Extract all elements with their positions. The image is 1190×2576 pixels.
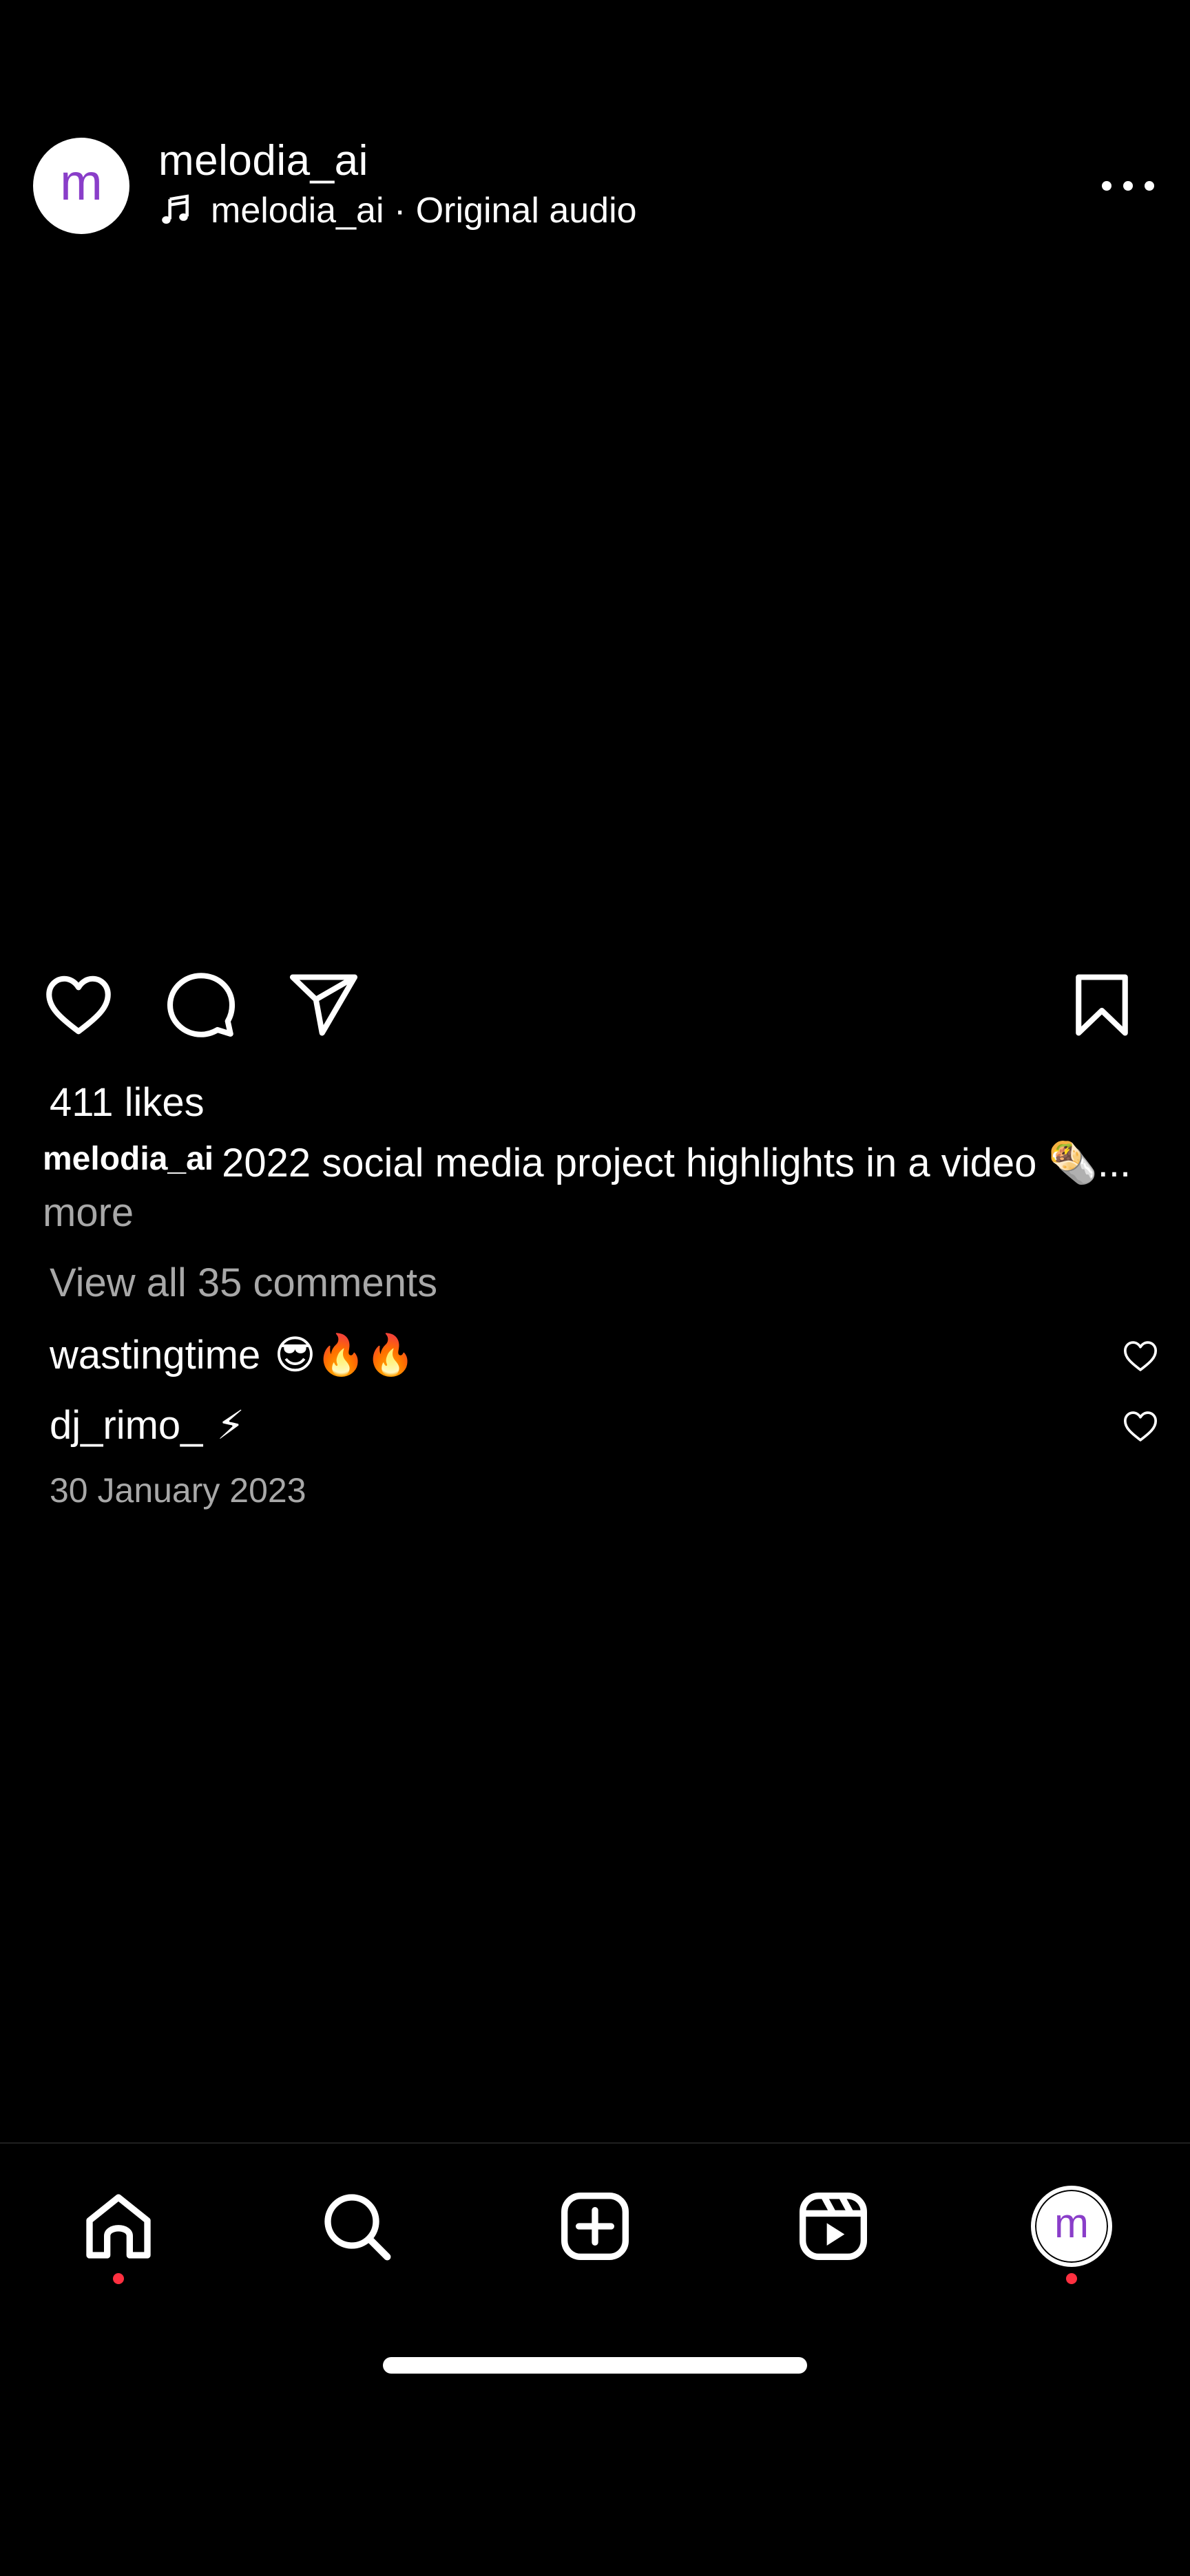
audio-link[interactable]: melodia_ai · Original audio <box>158 190 637 231</box>
create-post-icon <box>561 2193 629 2260</box>
comment-row: dj_rimo_ ⚡ <box>50 1397 1158 1453</box>
comment-username[interactable]: wastingtime <box>50 1332 260 1378</box>
comment-like-icon[interactable] <box>1121 1337 1160 1375</box>
post-date: 30 January 2023 <box>50 1471 306 1510</box>
tab-create[interactable] <box>547 2178 643 2274</box>
comment-text: ⚡ <box>216 1403 245 1448</box>
music-note-icon <box>162 194 189 224</box>
comment-button[interactable] <box>160 964 242 1046</box>
home-icon <box>86 2194 151 2259</box>
bookmark-icon <box>1076 974 1128 1036</box>
like-button[interactable] <box>37 964 120 1046</box>
comment-like-icon[interactable] <box>1121 1407 1160 1446</box>
tab-profile[interactable]: m <box>1023 2178 1120 2274</box>
comment-row: wastingtime 😎🔥🔥 <box>50 1327 1158 1382</box>
profile-notification-dot <box>1066 2273 1077 2284</box>
reels-icon <box>800 2193 867 2260</box>
bottom-tab-bar: m <box>0 2142 1190 2308</box>
post-header: m melodia_ai melodia_ai · Original audio <box>0 131 1190 241</box>
paper-plane-icon <box>289 974 358 1036</box>
caption-ellipsis: ... <box>1097 1141 1131 1185</box>
save-button[interactable] <box>1061 964 1143 1046</box>
caption-more-link[interactable]: more <box>43 1190 134 1235</box>
share-button[interactable] <box>282 964 365 1046</box>
profile-avatar-letter: m <box>1054 2200 1089 2246</box>
view-all-comments-link[interactable]: View all 35 comments <box>50 1260 437 1306</box>
avatar-letter: m <box>60 154 103 211</box>
comment-text: 😎🔥🔥 <box>274 1332 416 1377</box>
author-avatar[interactable]: m <box>33 138 129 234</box>
tab-reels[interactable] <box>785 2178 881 2274</box>
post-media[interactable] <box>0 255 1190 943</box>
audio-label: melodia_ai · Original audio <box>211 191 637 231</box>
post-caption: melodia_ai 2022 social media project high… <box>43 1134 1145 1238</box>
caption-username[interactable]: melodia_ai <box>43 1141 213 1177</box>
tab-home[interactable] <box>70 2178 167 2274</box>
caption-text: 2022 social media project highlights in … <box>222 1141 1098 1185</box>
home-indicator[interactable] <box>383 2357 807 2374</box>
heart-outline-icon <box>46 975 111 1035</box>
author-username[interactable]: melodia_ai <box>158 136 368 185</box>
tab-search[interactable] <box>309 2178 405 2274</box>
more-horizontal-icon <box>1102 181 1111 191</box>
search-icon <box>324 2194 391 2261</box>
home-notification-dot <box>113 2273 124 2284</box>
more-options-button[interactable] <box>1094 165 1162 207</box>
comment-username[interactable]: dj_rimo_ <box>50 1402 202 1448</box>
post-actions <box>0 964 1190 1053</box>
likes-count[interactable]: 411 likes <box>50 1079 205 1126</box>
comment-bubble-icon <box>167 973 236 1037</box>
profile-avatar: m <box>1031 2186 1112 2267</box>
